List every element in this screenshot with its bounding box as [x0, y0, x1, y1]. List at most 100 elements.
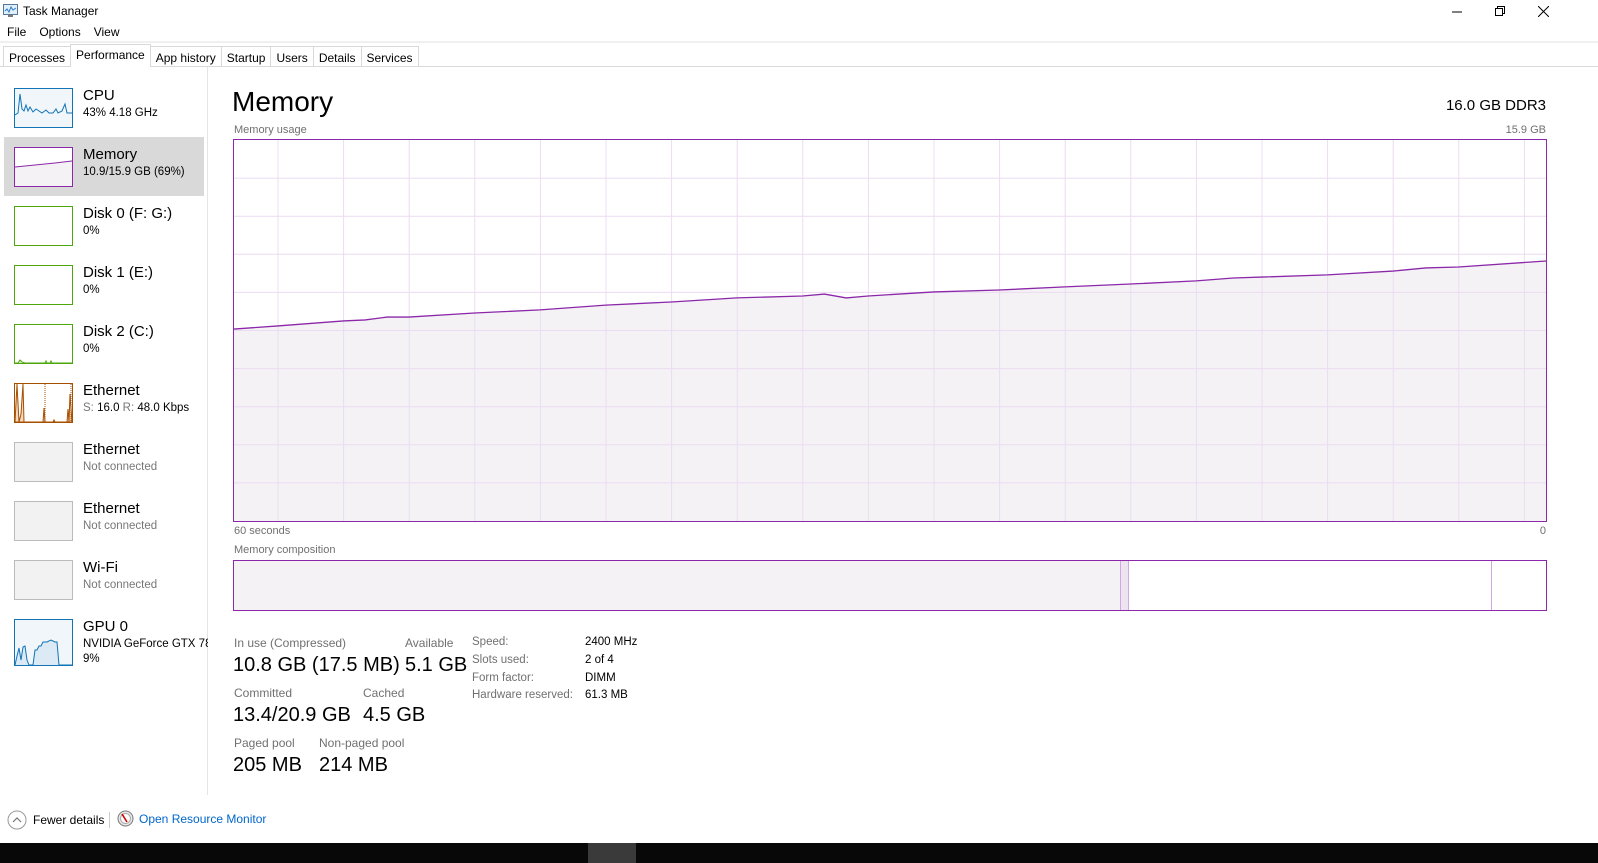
tab-performance[interactable]: Performance [70, 44, 151, 67]
sidebar-item-value: NVIDIA GeForce GTX 780 [83, 638, 208, 650]
memory-usage-max-label: 15.9 GB [1505, 124, 1546, 136]
hardware-reserved-label: Hardware reserved: [472, 689, 573, 701]
available-label: Available [405, 636, 454, 650]
available-value: 5.1 GB [405, 654, 468, 676]
memory-usage-svg [233, 140, 1547, 521]
sidebar-item-ethernet-2[interactable]: Ethernet Not connected [4, 432, 204, 491]
sidebar-item-wifi[interactable]: Wi-Fi Not connected [4, 550, 204, 609]
sidebar-item-label: GPU 0 [83, 618, 129, 635]
page-title: Memory [232, 86, 334, 117]
taskbar-segment [588, 843, 636, 863]
sidebar-item-value: Not connected [83, 461, 158, 473]
in-use-label: In use (Compressed) [234, 636, 347, 650]
receive-label: R: [122, 402, 135, 414]
send-label: S: [83, 402, 94, 414]
tab-app-history[interactable]: App history [149, 46, 222, 67]
ethernet-2-thumbnail-graph [14, 442, 73, 482]
sidebar-item-label: Disk 1 (E:) [83, 264, 154, 281]
wifi-thumbnail-graph [14, 560, 73, 600]
footer-divider [109, 812, 110, 828]
ethernet-3-thumbnail-graph [14, 501, 73, 541]
tab-users[interactable]: Users [270, 46, 314, 67]
sidebar-item-disk-1[interactable]: Disk 1 (E:) 0% [4, 255, 204, 314]
minimize-button[interactable] [1434, 0, 1480, 22]
memory-composition-label: Memory composition [234, 544, 336, 556]
form-factor-value: DIMM [585, 672, 616, 684]
sidebar-item-cpu[interactable]: CPU 43% 4.18 GHz [4, 78, 204, 137]
disk-0-thumbnail-graph [14, 206, 73, 246]
sidebar-item-ethernet-1[interactable]: Ethernet S: 16.0 R: 48.0 Kbps [4, 373, 204, 432]
chevron-up-circle-icon [7, 810, 27, 830]
slots-used-value: 2 of 4 [585, 654, 614, 666]
non-paged-pool-value: 214 MB [319, 754, 388, 776]
sidebar-item-label: Memory [83, 146, 138, 163]
gpu-thumbnail-graph [14, 619, 73, 666]
open-resource-monitor-link[interactable]: Open Resource Monitor [117, 810, 266, 827]
sidebar-item-disk-2[interactable]: Disk 2 (C:) 0% [4, 314, 204, 373]
memory-usage-graph [233, 139, 1547, 522]
sidebar-item-label: Ethernet [83, 500, 140, 517]
cached-label: Cached [363, 686, 405, 700]
sidebar-item-value: 0% [83, 225, 100, 237]
restore-icon [1494, 5, 1505, 16]
sidebar-item-label: Disk 0 (F: G:) [83, 205, 173, 222]
composition-segment-free[interactable] [1492, 561, 1546, 610]
sidebar-item-value: 10.9/15.9 GB (69%) [83, 166, 185, 178]
close-button[interactable] [1520, 0, 1566, 22]
memory-composition-bar [233, 560, 1547, 611]
sidebar-item-value-2: 9% [83, 653, 100, 665]
fewer-details-label: Fewer details [33, 813, 105, 827]
send-value: 16.0 [97, 402, 120, 414]
sidebar-item-label: Wi-Fi [83, 559, 118, 576]
x-axis-left-label: 60 seconds [234, 525, 291, 537]
tab-services[interactable]: Services [360, 46, 419, 67]
sidebar-item-label: Ethernet [83, 441, 140, 458]
taskbar-edge [0, 843, 1598, 863]
sidebar-item-label: Ethernet [83, 382, 140, 399]
sidebar-item-ethernet-3[interactable]: Ethernet Not connected [4, 491, 204, 550]
tab-startup[interactable]: Startup [220, 46, 272, 67]
memory-usage-label: Memory usage [234, 124, 307, 136]
memory-spec: 16.0 GB DDR3 [1445, 97, 1546, 114]
sidebar-item-value: Not connected [83, 579, 158, 591]
tab-details[interactable]: Details [312, 46, 362, 67]
composition-segment-in-use[interactable] [234, 561, 1121, 610]
sidebar-item-memory[interactable]: Memory 10.9/15.9 GB (69%) [4, 137, 204, 196]
speed-value: 2400 MHz [585, 636, 638, 648]
committed-value: 13.4/20.9 GB [233, 704, 351, 726]
x-axis-right-label: 0 [1539, 525, 1546, 537]
disk-2-thumbnail-graph [14, 324, 73, 364]
cached-value: 4.5 GB [363, 704, 426, 726]
tab-bar: Processes Performance App history Startu… [3, 44, 419, 67]
composition-segment-standby[interactable] [1128, 561, 1493, 610]
receive-value: 48.0 Kbps [137, 402, 190, 414]
menu-options[interactable]: Options [32, 23, 86, 41]
restore-button[interactable] [1477, 0, 1523, 22]
paged-pool-label: Paged pool [234, 736, 295, 750]
minimize-icon [1451, 11, 1462, 12]
composition-segment-modified[interactable] [1120, 561, 1129, 610]
cpu-thumbnail-graph [14, 88, 73, 128]
in-use-value: 10.8 GB (17.5 MB) [233, 654, 400, 676]
window-title: Task Manager [23, 4, 99, 18]
resource-monitor-icon [117, 810, 134, 827]
sidebar-item-label: Disk 2 (C:) [83, 323, 154, 340]
sidebar-item-value: 0% [83, 284, 100, 296]
disk-1-thumbnail-graph [14, 265, 73, 305]
sidebar-item-label: CPU [83, 87, 115, 104]
resource-sidebar: CPU 43% 4.18 GHz Memory 10.9/15.9 GB (69… [0, 67, 208, 795]
sidebar-item-disk-0[interactable]: Disk 0 (F: G:) 0% [4, 196, 204, 255]
ethernet-thumbnail-graph [14, 383, 73, 423]
menu-bar: File Options View [0, 23, 126, 41]
open-resource-monitor-label: Open Resource Monitor [139, 811, 267, 826]
tab-processes[interactable]: Processes [3, 46, 72, 67]
non-paged-pool-label: Non-paged pool [319, 736, 405, 750]
fewer-details-button[interactable]: Fewer details [7, 810, 104, 830]
sidebar-item-gpu-0[interactable]: GPU 0 NVIDIA GeForce GTX 780 9% [4, 609, 208, 668]
menu-view[interactable]: View [87, 23, 126, 41]
menu-file[interactable]: File [0, 23, 32, 41]
title-bar: Task Manager [0, 0, 1598, 22]
speed-label: Speed: [472, 636, 509, 648]
form-factor-label: Form factor: [472, 672, 534, 684]
memory-thumbnail-graph [14, 147, 73, 187]
